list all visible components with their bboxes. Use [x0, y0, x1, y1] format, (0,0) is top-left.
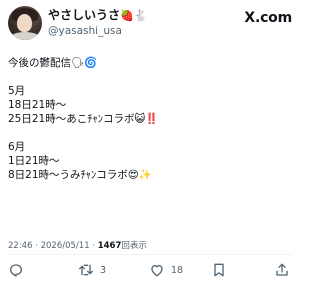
- tweet-line: 1日21時〜: [8, 155, 60, 167]
- tweet-line: 今後の鬱配信🗣🌀: [8, 57, 98, 69]
- share-button[interactable]: [274, 261, 290, 279]
- retweet-icon: [79, 264, 93, 276]
- meta-separator: ·: [92, 241, 96, 251]
- view-count: 1467: [97, 241, 122, 251]
- reply-button[interactable]: [8, 261, 30, 279]
- bookmark-icon: [214, 263, 224, 277]
- display-name[interactable]: やさしいうさ🍓🐇: [48, 8, 147, 23]
- display-name-emojis: 🍓🐇: [120, 9, 148, 22]
- tweet-line: 25日21時〜あこﾁｬﾝコラボ😺‼️: [8, 113, 159, 125]
- tweet-header: やさしいうさ🍓🐇 @yasashi_usa X.com: [8, 6, 292, 42]
- tweet-line: 6月: [8, 141, 26, 153]
- meta-separator: ·: [35, 241, 38, 251]
- view-label: 回表示: [121, 241, 147, 251]
- x-logo[interactable]: X.com: [244, 10, 292, 26]
- user-handle[interactable]: @yasashi_usa: [48, 24, 147, 38]
- tweet-date[interactable]: 2026/05/11: [41, 241, 90, 251]
- display-name-text[interactable]: やさしいうさ: [48, 8, 120, 22]
- bookmark-button[interactable]: [211, 261, 227, 279]
- heart-icon: [151, 265, 163, 277]
- action-bar: 3 18: [8, 261, 292, 279]
- like-button[interactable]: 18: [149, 261, 183, 279]
- share-icon: [276, 263, 288, 276]
- tweet-time[interactable]: 22:46: [8, 241, 33, 251]
- reply-icon: [10, 264, 22, 277]
- tweet-meta: 22:46 · 2026/05/11 · 1467回表示: [8, 239, 292, 251]
- tweet-line: 8日21時〜うみﾁｬﾝコラボ😍✨: [8, 169, 152, 181]
- divider: [8, 254, 292, 255]
- avatar-shoulder: [10, 32, 40, 40]
- like-count: 18: [171, 264, 184, 276]
- retweet-button[interactable]: 3: [78, 261, 106, 279]
- retweet-count: 3: [100, 264, 107, 276]
- avatar-face: [17, 14, 32, 32]
- avatar[interactable]: [8, 6, 42, 40]
- user-names: やさしいうさ🍓🐇 @yasashi_usa: [48, 8, 147, 38]
- tweet-line: 5月: [8, 85, 26, 97]
- tweet-line: 18日21時〜: [8, 99, 67, 111]
- tweet-text: 今後の鬱配信🗣🌀 5月 18日21時〜 25日21時〜あこﾁｬﾝコラボ😺‼️ 6…: [8, 56, 292, 182]
